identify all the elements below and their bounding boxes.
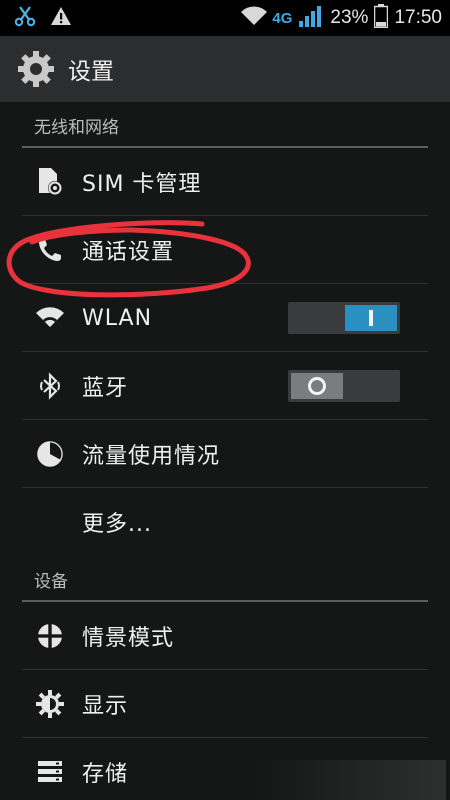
signal-icon — [298, 4, 324, 32]
settings-item-label: WLAN — [82, 305, 153, 331]
wlan-toggle[interactable] — [288, 302, 400, 334]
settings-item-label: 流量使用情况 — [82, 444, 221, 469]
warning-icon — [50, 6, 72, 30]
settings-item-more[interactable]: 更多... — [0, 488, 450, 556]
settings-item-label: 更多... — [82, 512, 152, 537]
settings-item-label: 情景模式 — [82, 626, 175, 651]
settings-item-audio-profiles[interactable]: 情景模式 — [0, 602, 450, 670]
bluetooth-toggle[interactable] — [288, 370, 400, 402]
wifi-icon — [34, 302, 66, 334]
scissors-icon — [14, 5, 36, 31]
wifi-icon — [240, 5, 268, 31]
status-bar: 4G 23% 17:50 — [0, 0, 450, 36]
settings-item-label: 蓝牙 — [82, 376, 129, 401]
action-bar: 设置 — [0, 36, 450, 102]
sim-card-icon — [34, 166, 66, 198]
settings-item-label: 存储 — [82, 762, 129, 787]
settings-item-label: 通话设置 — [82, 240, 175, 265]
battery-percent: 23% — [330, 7, 369, 28]
settings-item-label: 显示 — [82, 694, 129, 719]
toggle-thumb-on — [345, 305, 397, 331]
storage-icon — [34, 756, 66, 788]
brightness-icon — [34, 688, 66, 720]
audio-profile-icon — [34, 620, 66, 652]
settings-list: 无线和网络 SIM 卡管理 通话设置 WLAN 蓝牙 流量使用情况 更多... … — [0, 102, 450, 800]
settings-item-wlan[interactable]: WLAN — [0, 284, 450, 352]
data-usage-icon — [34, 438, 66, 470]
settings-item-data-usage[interactable]: 流量使用情况 — [0, 420, 450, 488]
settings-item-call[interactable]: 通话设置 — [0, 216, 450, 284]
settings-item-display[interactable]: 显示 — [0, 670, 450, 738]
settings-item-label: SIM 卡管理 — [82, 172, 202, 197]
battery-icon — [374, 4, 389, 32]
page-title: 设置 — [68, 59, 114, 85]
settings-item-bluetooth[interactable]: 蓝牙 — [0, 352, 450, 420]
section-header-device: 设备 — [0, 556, 450, 602]
settings-item-sim[interactable]: SIM 卡管理 — [0, 148, 450, 216]
gear-icon[interactable] — [16, 49, 56, 89]
bluetooth-icon — [34, 370, 66, 402]
clock: 17:50 — [394, 7, 442, 28]
network-type: 4G — [272, 9, 293, 27]
section-header-wireless: 无线和网络 — [0, 102, 450, 148]
toggle-thumb-off — [291, 373, 343, 399]
watermark — [256, 760, 446, 800]
phone-icon — [34, 234, 66, 266]
